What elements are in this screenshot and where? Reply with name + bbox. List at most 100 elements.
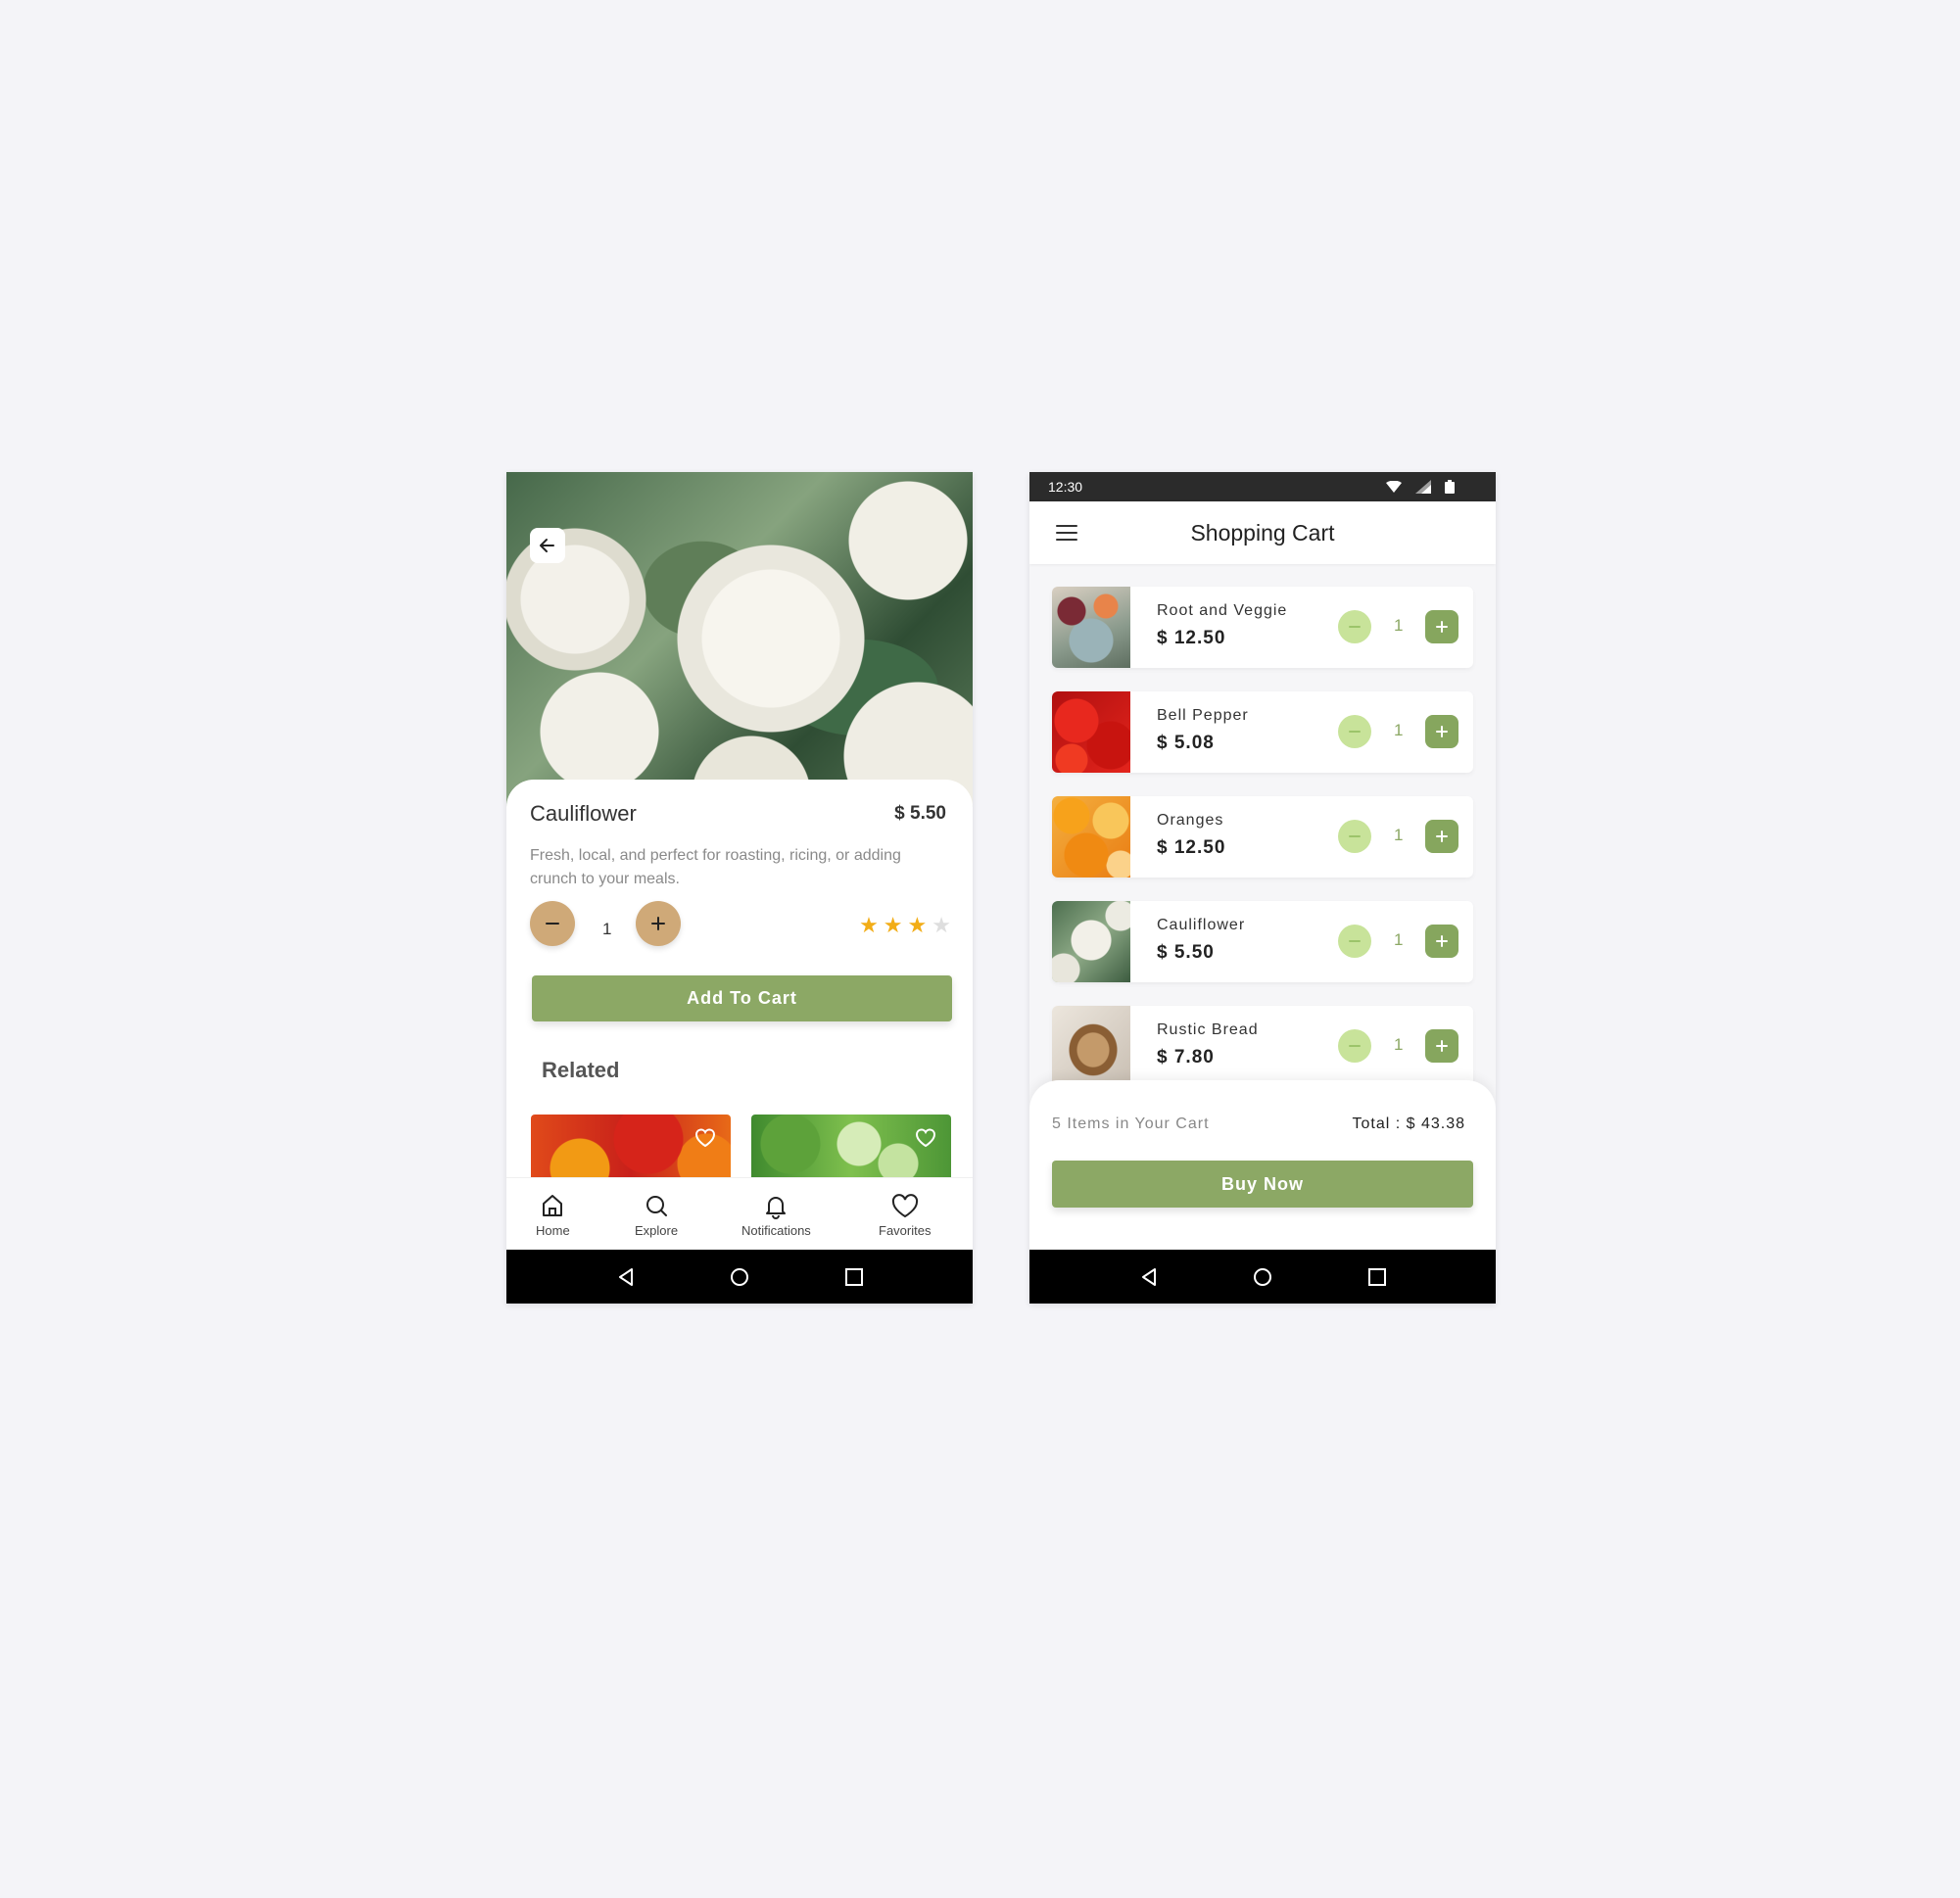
back-button[interactable] [530, 528, 565, 563]
star-icon: ★ [907, 913, 928, 937]
decrease-quantity-button[interactable] [530, 901, 575, 946]
cart-item-price: $ 5.50 [1157, 942, 1215, 963]
heart-icon[interactable] [914, 1126, 937, 1148]
plus-icon [1436, 726, 1448, 737]
bell-icon [766, 1197, 787, 1219]
plus-icon [651, 917, 665, 930]
minus-icon [1349, 731, 1361, 733]
nav-item-explore[interactable]: Explore [635, 1192, 678, 1238]
heart-icon [891, 1194, 918, 1218]
product-description: Fresh, local, and perfect for roasting, … [530, 847, 901, 887]
cart-screen: 12:30 Shopping Cart Root and Veggie $ 12… [1029, 472, 1496, 1304]
plus-icon [1436, 935, 1448, 947]
product-screen: Cauliflower $ 5.50 Fresh, local, and per… [506, 472, 973, 1304]
product-quantity: 1 [602, 920, 612, 938]
system-navigation-bar [1029, 1250, 1496, 1304]
minus-icon [1349, 1045, 1361, 1047]
cart-item-price: $ 7.80 [1157, 1047, 1215, 1068]
status-time: 12:30 [1048, 479, 1083, 495]
home-icon [543, 1195, 563, 1216]
cart-item: Bell Pepper $ 5.08 1 [1052, 691, 1473, 773]
increase-quantity-button[interactable] [1425, 820, 1458, 853]
increase-quantity-button[interactable] [1425, 715, 1458, 748]
cart-items-count: 5 Items in Your Cart [1052, 1115, 1210, 1132]
cart-item-price: $ 12.50 [1157, 628, 1226, 648]
nav-label-notifications: Notifications [741, 1223, 811, 1238]
nav-label-explore: Explore [635, 1223, 679, 1238]
decrease-quantity-button[interactable] [1338, 820, 1371, 853]
cart-item-name: Oranges [1157, 812, 1224, 829]
product-name: Cauliflower [530, 801, 637, 826]
related-item-card[interactable] [531, 1115, 731, 1177]
cart-item-thumbnail [1052, 691, 1130, 773]
product-hero-image [506, 472, 973, 810]
cart-item-name: Root and Veggie [1157, 602, 1288, 619]
nav-label-home: Home [536, 1223, 570, 1238]
page-title: Shopping Cart [1190, 520, 1335, 546]
plus-icon [1436, 1040, 1448, 1052]
cart-item: Cauliflower $ 5.50 1 [1052, 901, 1473, 982]
decrease-quantity-button[interactable] [1338, 715, 1371, 748]
back-triangle-icon[interactable] [1138, 1266, 1160, 1288]
recents-square-icon[interactable] [1366, 1266, 1388, 1288]
plus-icon [1436, 621, 1448, 633]
cart-item-thumbnail [1052, 796, 1130, 878]
app-bar: Shopping Cart [1029, 501, 1496, 564]
cart-item-quantity: 1 [1394, 721, 1404, 739]
recents-square-icon[interactable] [843, 1266, 865, 1288]
battery-icon [1445, 480, 1455, 494]
cart-item-thumbnail [1052, 1006, 1130, 1087]
arrow-left-icon [540, 539, 554, 552]
increase-quantity-button[interactable] [636, 901, 681, 946]
nav-item-notifications[interactable]: Notifications [741, 1192, 811, 1238]
bottom-navigation: Home Explore Notifications Favorites [506, 1177, 973, 1251]
product-price: $ 5.50 [894, 803, 946, 824]
back-triangle-icon[interactable] [615, 1266, 637, 1288]
cart-item-price: $ 5.08 [1157, 733, 1215, 753]
search-icon [646, 1196, 668, 1216]
increase-quantity-button[interactable] [1425, 610, 1458, 643]
increase-quantity-button[interactable] [1425, 1029, 1458, 1063]
wifi-icon [1386, 481, 1402, 493]
star-icon: ★ [883, 913, 903, 937]
decrease-quantity-button[interactable] [1338, 925, 1371, 958]
cart-item-thumbnail [1052, 587, 1130, 668]
cart-item-quantity: 1 [1394, 930, 1404, 949]
minus-icon [546, 923, 559, 925]
cart-item-price: $ 12.50 [1157, 837, 1226, 858]
minus-icon [1349, 835, 1361, 837]
cart-item-name: Bell Pepper [1157, 707, 1249, 724]
cart-item-quantity: 1 [1394, 616, 1404, 635]
nav-item-home[interactable]: Home [536, 1192, 570, 1238]
increase-quantity-button[interactable] [1425, 925, 1458, 958]
heart-icon[interactable] [693, 1126, 717, 1148]
cart-item: Rustic Bread $ 7.80 1 [1052, 1006, 1473, 1087]
signal-icon [1415, 480, 1431, 494]
add-to-cart-button[interactable]: Add To Cart [532, 975, 952, 1021]
cart-item: Oranges $ 12.50 1 [1052, 796, 1473, 878]
star-icon: ★ [859, 913, 879, 937]
plus-icon [1436, 830, 1448, 842]
buy-now-button[interactable]: Buy Now [1052, 1161, 1473, 1208]
minus-icon [1349, 626, 1361, 628]
cart-item-quantity: 1 [1394, 826, 1404, 844]
cart-item-name: Cauliflower [1157, 917, 1246, 933]
decrease-quantity-button[interactable] [1338, 1029, 1371, 1063]
decrease-quantity-button[interactable] [1338, 610, 1371, 643]
system-navigation-bar [506, 1250, 973, 1304]
star-empty-icon: ★ [932, 913, 951, 937]
nav-item-favorites[interactable]: Favorites [879, 1192, 931, 1238]
cart-total: Total : $ 43.38 [1352, 1115, 1465, 1132]
related-section-title: Related [542, 1058, 620, 1082]
cart-item: Root and Veggie $ 12.50 1 [1052, 587, 1473, 668]
minus-icon [1349, 940, 1361, 942]
cart-summary-sheet: 5 Items in Your Cart Total : $ 43.38 Buy… [1029, 1080, 1496, 1250]
home-circle-icon[interactable] [729, 1266, 750, 1288]
home-circle-icon[interactable] [1252, 1266, 1273, 1288]
related-item-card[interactable] [751, 1115, 951, 1177]
nav-label-favorites: Favorites [879, 1223, 932, 1238]
cart-item-name: Rustic Bread [1157, 1021, 1259, 1038]
cart-item-quantity: 1 [1394, 1035, 1404, 1054]
rating-stars: ★ ★ ★ ★ [859, 913, 951, 938]
cart-item-thumbnail [1052, 901, 1130, 982]
